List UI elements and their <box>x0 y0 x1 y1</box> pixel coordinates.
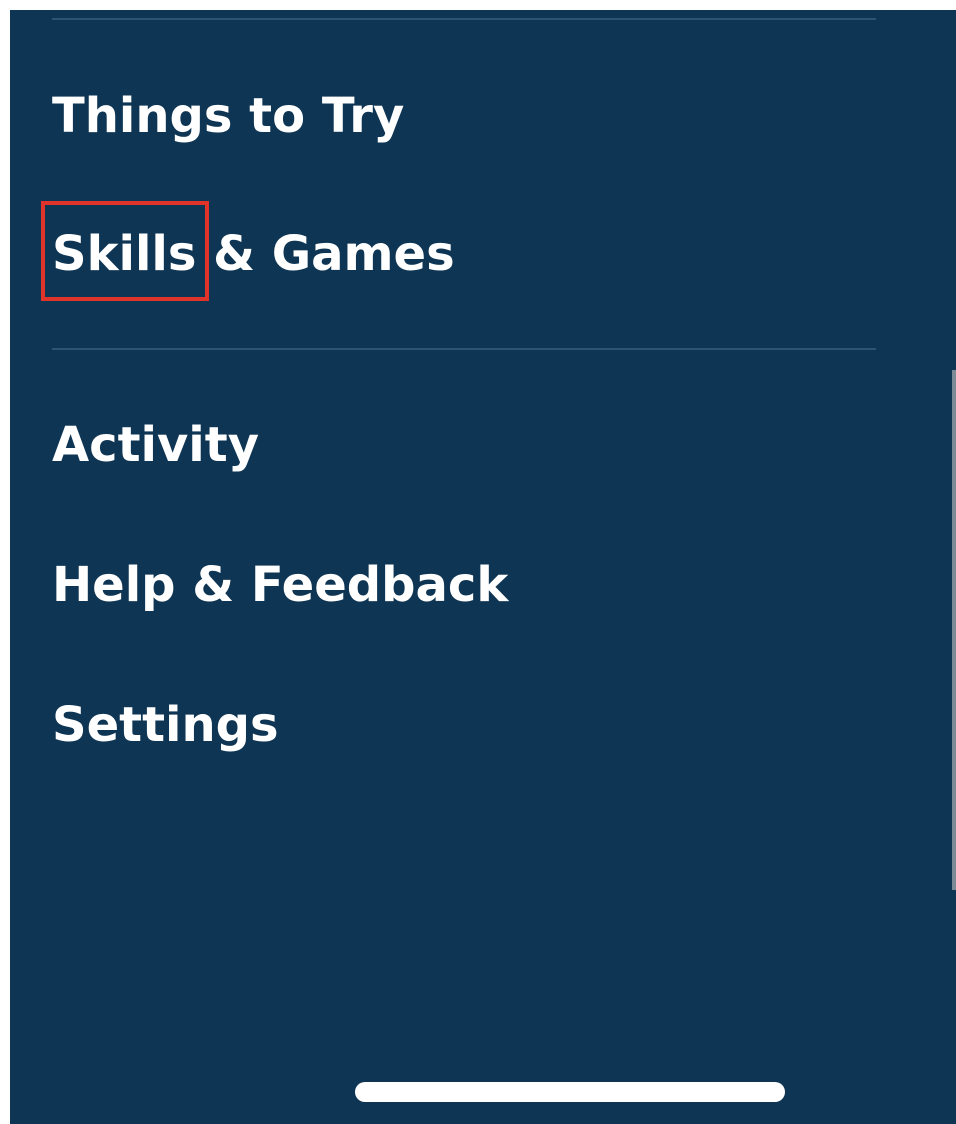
menu-item-settings[interactable]: Settings <box>52 695 279 755</box>
menu-item-things-to-try[interactable]: Things to Try <box>52 86 404 146</box>
highlight-annotation-box <box>41 201 209 301</box>
menu-divider <box>52 348 876 350</box>
home-indicator-bar[interactable] <box>355 1082 785 1102</box>
menu-item-label: Help & Feedback <box>52 557 509 613</box>
menu-item-help-and-feedback[interactable]: Help & Feedback <box>52 555 508 615</box>
menu-item-label: Settings <box>52 697 279 753</box>
menu-item-activity[interactable]: Activity <box>52 415 259 475</box>
navigation-menu-panel: Things to Try Skills & Games Activity He… <box>10 10 956 1124</box>
menu-divider <box>52 18 876 20</box>
menu-item-label-rest: & Games <box>196 226 455 282</box>
menu-item-label: Activity <box>52 417 259 473</box>
menu-item-label: Things to Try <box>52 88 405 144</box>
scrollbar-edge <box>952 370 956 890</box>
